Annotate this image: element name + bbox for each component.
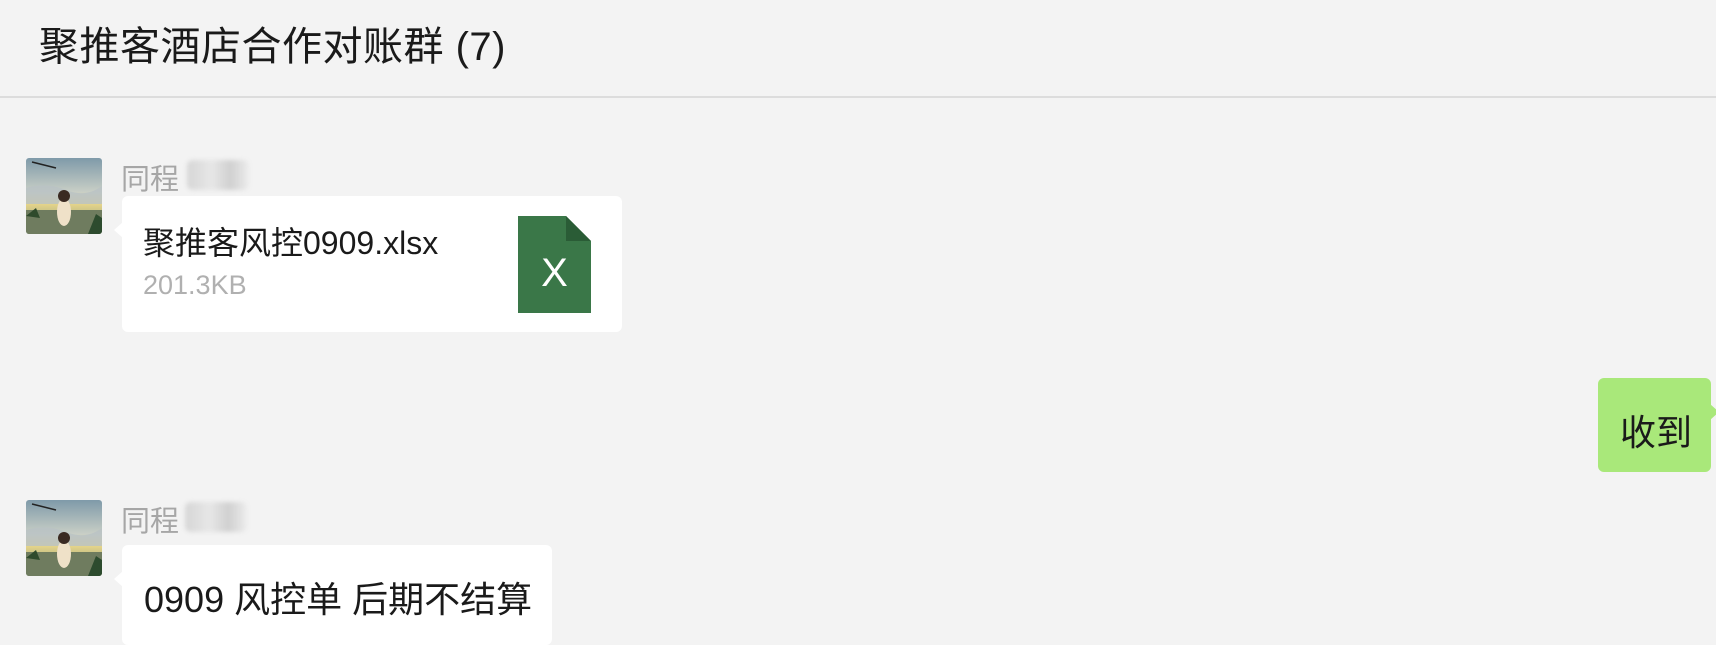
sender-name: 同程	[121, 164, 180, 196]
text-message-bubble[interactable]: 0909 风控单 后期不结算	[114, 545, 552, 645]
sender-name-row: 同程	[121, 156, 249, 196]
chat-header: 聚推客酒店合作对账群 (7)	[0, 0, 1716, 98]
file-size: 201.3KB	[143, 270, 247, 300]
sender-name-row: 同程	[121, 498, 247, 538]
redacted-name-blur	[187, 160, 249, 190]
sender-avatar[interactable]	[26, 158, 102, 234]
svg-text:X: X	[541, 251, 568, 295]
file-name: 聚推客风控0909.xlsx	[143, 225, 439, 261]
sender-name: 同程	[121, 506, 180, 538]
message-text: 0909 风控单 后期不结算	[144, 579, 533, 620]
redacted-name-blur	[185, 502, 247, 532]
avatar-image	[26, 158, 102, 234]
self-text-bubble[interactable]: 收到	[1598, 378, 1716, 472]
excel-file-icon: X	[518, 216, 591, 313]
avatar-image	[26, 500, 102, 576]
chat-title[interactable]: 聚推客酒店合作对账群 (7)	[39, 14, 506, 72]
message-text: 收到	[1620, 412, 1693, 453]
file-message-bubble[interactable]: 聚推客风控0909.xlsx 201.3KB X	[114, 196, 622, 332]
sender-avatar[interactable]	[26, 500, 102, 576]
